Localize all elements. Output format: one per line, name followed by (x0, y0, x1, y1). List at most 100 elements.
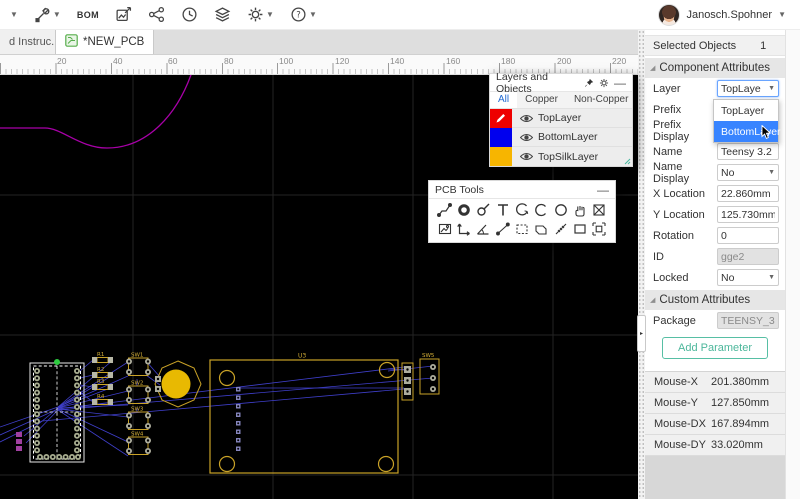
export-image-button[interactable] (109, 3, 138, 26)
cut-off-dropdown-button[interactable]: ▼ (4, 8, 24, 22)
measure-tool-icon[interactable] (493, 221, 512, 237)
help-menu-button[interactable]: ? ▼ (284, 3, 323, 26)
rect-tool-icon[interactable] (570, 221, 589, 237)
chevron-down-icon: ▼ (768, 85, 775, 92)
right-scrollbar-track[interactable] (785, 30, 800, 499)
user-avatar[interactable] (658, 4, 680, 26)
dashed-region-tool-icon[interactable] (512, 221, 531, 237)
custom-attributes-header[interactable]: ◢ Custom Attributes (645, 290, 785, 310)
edge-pads (16, 432, 22, 451)
solid-region-tool-icon[interactable] (532, 221, 551, 237)
add-parameter-button[interactable]: Add Parameter (662, 337, 768, 359)
share-icon (148, 6, 165, 23)
settings-menu-button[interactable]: ▼ (241, 3, 280, 26)
layer-row-bottomlayer[interactable]: BottomLayer (490, 128, 632, 147)
pad-tool-icon[interactable] (454, 202, 473, 218)
text-tool-icon[interactable] (493, 202, 512, 218)
layers-panel-titlebar[interactable]: Layers and Objects — (490, 74, 632, 92)
user-name[interactable]: Janosch.Spohner (686, 9, 772, 21)
svg-text:R2: R2 (97, 367, 104, 373)
bom-button[interactable]: BOM (71, 7, 105, 23)
x-location-input[interactable] (717, 185, 779, 202)
right-attributes-panel: Selected Objects 1 ◢ Component Attribute… (645, 30, 785, 499)
panel-splitter[interactable] (638, 30, 645, 499)
bottomlayer-color-swatch[interactable] (490, 128, 512, 147)
attr-row-name-display: Name Display No ▼ (645, 162, 785, 183)
rotation-input[interactable] (717, 227, 779, 244)
layers-panel-tabs: All Copper Non-Copper O (490, 92, 632, 109)
svg-text:R3: R3 (97, 379, 105, 385)
eye-icon[interactable] (520, 133, 533, 142)
circle-tool-icon[interactable] (551, 202, 570, 218)
component-u3: U3 (210, 353, 398, 474)
layer-option-toplayer[interactable]: TopLayer (714, 100, 778, 121)
chevron-down-icon: ▼ (10, 11, 18, 19)
pencil-icon (495, 112, 507, 124)
via-tool-icon[interactable] (474, 202, 493, 218)
gear-icon[interactable] (599, 78, 609, 88)
component-attributes-header[interactable]: ◢ Component Attributes (645, 58, 785, 78)
layer-select[interactable]: TopLaye ▼ (717, 80, 779, 97)
pcb-tools-panel: PCB Tools — (428, 180, 616, 243)
id-input (717, 248, 779, 265)
easyeda-pcb-editor: ▼ ▼ BOM (0, 0, 800, 499)
arc-tool-icon[interactable] (532, 202, 551, 218)
track-tool-icon[interactable] (435, 202, 454, 218)
layer-row-toplayer[interactable]: TopLayer (490, 109, 632, 128)
history-button[interactable] (175, 3, 204, 26)
selection-origin-dot (54, 359, 60, 365)
topsilklayer-color-swatch[interactable] (490, 147, 512, 166)
layer-manager-button[interactable] (208, 3, 237, 26)
attr-row-y-location: Y Location (645, 204, 785, 225)
panel-resize-handle[interactable] (624, 158, 631, 165)
top-toolbar: ▼ ▼ BOM (0, 0, 800, 30)
dimension-tool-icon[interactable] (454, 221, 473, 237)
arc-ccw-tool-icon[interactable] (512, 202, 531, 218)
pcb-tools-titlebar[interactable]: PCB Tools — (429, 181, 615, 199)
dip-pads (34, 368, 81, 460)
tools-menu-button[interactable]: ▼ (28, 3, 67, 26)
pcb-tools-grid (429, 199, 615, 242)
tab-all[interactable]: All (490, 92, 517, 108)
chevron-down-icon: ▼ (53, 11, 61, 19)
tab-new-pcb[interactable]: *NEW_PCB (56, 30, 154, 54)
selected-objects-row: Selected Objects 1 (645, 35, 785, 56)
name-display-select[interactable]: No ▼ (717, 164, 779, 181)
switches: SW1 SW2 SW3 SW4 (126, 353, 151, 455)
tab-copper[interactable]: Copper (517, 92, 566, 108)
name-input[interactable] (717, 143, 779, 160)
minimize-icon[interactable]: — (614, 77, 626, 89)
ruler-measure-tool-icon[interactable] (551, 221, 570, 237)
layers-and-objects-panel: Layers and Objects — All Copper Non-Copp… (489, 73, 633, 167)
panel-collapse-handle[interactable]: ▸ (637, 315, 646, 352)
minimize-icon[interactable]: — (597, 184, 609, 196)
protractor-tool-icon[interactable] (474, 221, 493, 237)
locked-select[interactable]: No ▼ (717, 269, 779, 286)
attr-row-locked: Locked No ▼ (645, 267, 785, 288)
tab-non-copper[interactable]: Non-Copper (566, 92, 632, 108)
svg-text:?: ? (296, 11, 301, 21)
image-tool-icon[interactable] (435, 221, 454, 237)
table-row: Mouse-X 201.380mm (645, 372, 785, 393)
board-outline (0, 75, 193, 148)
chevron-down-icon: ▼ (768, 274, 775, 281)
chevron-down-icon[interactable]: ▼ (778, 11, 786, 19)
layer-option-bottomlayer[interactable]: BottomLayer (714, 121, 778, 142)
attr-row-name: Name (645, 141, 785, 162)
collapse-triangle-icon: ◢ (650, 296, 655, 304)
tab-instructions[interactable]: d Instruc... (0, 30, 56, 54)
selected-objects-label: Selected Objects (653, 40, 736, 52)
pin-icon[interactable] (584, 78, 594, 88)
drag-hand-tool-icon[interactable] (570, 202, 589, 218)
chevron-down-icon: ▼ (266, 11, 274, 19)
eye-icon[interactable] (520, 114, 533, 123)
settings-gear-icon (247, 6, 264, 23)
toplayer-color-swatch[interactable] (490, 109, 512, 128)
copper-area-tool-icon[interactable] (590, 202, 609, 218)
layer-row-topsilklayer[interactable]: TopSilkLayer (490, 147, 632, 166)
share-button[interactable] (142, 3, 171, 26)
footprint-move-tool-icon[interactable] (590, 221, 609, 237)
svg-text:SW2: SW2 (131, 381, 143, 387)
eye-icon[interactable] (520, 152, 533, 161)
y-location-input[interactable] (717, 206, 779, 223)
